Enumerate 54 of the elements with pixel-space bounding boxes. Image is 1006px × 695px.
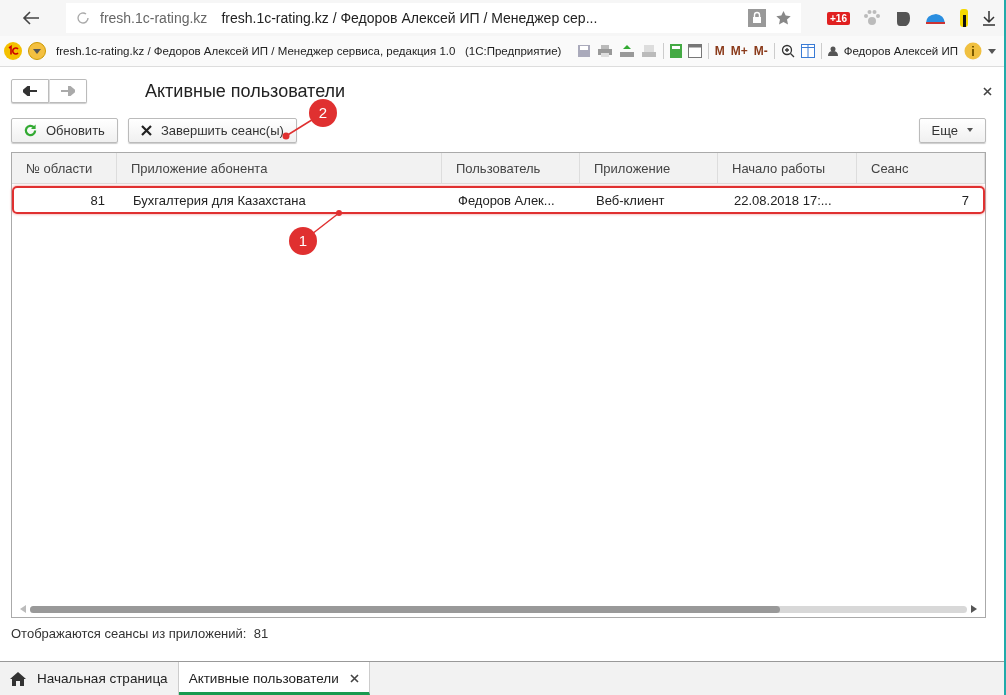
download-icon[interactable]	[982, 10, 996, 26]
zoom-icon[interactable]	[780, 44, 795, 58]
scroll-right-icon[interactable]	[971, 605, 977, 613]
page-tab[interactable]: Начальная страница	[0, 662, 179, 695]
column-header[interactable]: Пользователь	[442, 153, 580, 183]
end-session-button[interactable]: Завершить сеанс(ы)	[127, 117, 297, 143]
table-cell-text: Федоров Алек...	[457, 191, 556, 210]
panel-icon[interactable]	[800, 44, 815, 58]
table-row[interactable]: 81 Бухгалтерия для Казахстана Федоров Алек... Веб-клиент 22.08.2018 17:... 7	[12, 186, 985, 214]
status-text: Отображаются сеансы из приложений: 81	[11, 626, 270, 641]
lock-icon	[748, 9, 766, 27]
upload-icon[interactable]	[618, 44, 635, 58]
cross-icon	[140, 124, 152, 136]
app-caption: fresh.1c-rating.kz / Федоров Алексей ИП / Менеджер сервиса, редакция 1.0 (1С:Предприятие)	[56, 45, 562, 57]
column-header[interactable]: Начало работы	[718, 153, 857, 183]
user-name[interactable]: Федоров Алексей ИП	[843, 45, 958, 57]
table-cell-text: 22.08.2018 17:...	[733, 191, 833, 210]
caret-icon	[967, 128, 973, 132]
forward-arrow-icon	[61, 86, 75, 96]
column-header[interactable]: № области	[12, 153, 117, 183]
back-arrow-icon	[23, 86, 37, 96]
memory-button[interactable]: M-	[753, 44, 768, 58]
memory-button[interactable]: M	[714, 44, 725, 58]
form-title: Активные пользователи	[145, 80, 346, 102]
table-cell-text: 7	[960, 191, 970, 210]
table-cell-text: Бухгалтерия для Казахстана	[132, 191, 307, 210]
domain-text: fresh.1c-rating.kz	[100, 10, 208, 26]
refresh-icon	[24, 123, 37, 137]
address-bar[interactable]: fresh.1c-rating.kz fresh.1c-rating.kz / Федоров Алексей ИП / Менеджер сер...	[66, 3, 801, 33]
print-icon[interactable]	[596, 44, 613, 58]
close-icon[interactable]	[349, 674, 359, 683]
star-icon[interactable]	[776, 11, 791, 25]
logo-icon[interactable]	[4, 42, 22, 60]
caret-icon[interactable]	[988, 48, 996, 54]
back-button[interactable]	[11, 79, 49, 103]
column-header[interactable]: Приложение абонента	[117, 153, 442, 183]
user-icon	[827, 46, 838, 56]
calendar-icon[interactable]	[687, 44, 702, 58]
table-cell-text: 81	[89, 191, 106, 210]
page-tab[interactable]: Активные пользователи	[178, 662, 370, 695]
back-icon[interactable]	[22, 11, 40, 25]
table-cell-text: Веб-клиент	[595, 191, 666, 210]
page-title: fresh.1c-rating.kz / Федоров Алексей ИП / Менеджер сер...	[221, 10, 598, 26]
column-header[interactable]: Сеанс	[857, 153, 985, 183]
column-header[interactable]: Приложение	[580, 153, 718, 183]
info-icon[interactable]	[964, 42, 982, 60]
notification-badge[interactable]: +16	[827, 11, 850, 25]
home-icon	[10, 671, 26, 686]
close-icon[interactable]	[983, 86, 992, 96]
memory-button[interactable]: M+	[730, 44, 748, 58]
refresh-button[interactable]: Обновить	[11, 117, 118, 143]
more-button[interactable]: Еще	[918, 117, 986, 143]
calculator-icon[interactable]	[669, 44, 682, 58]
menu-icon[interactable]	[28, 42, 46, 60]
